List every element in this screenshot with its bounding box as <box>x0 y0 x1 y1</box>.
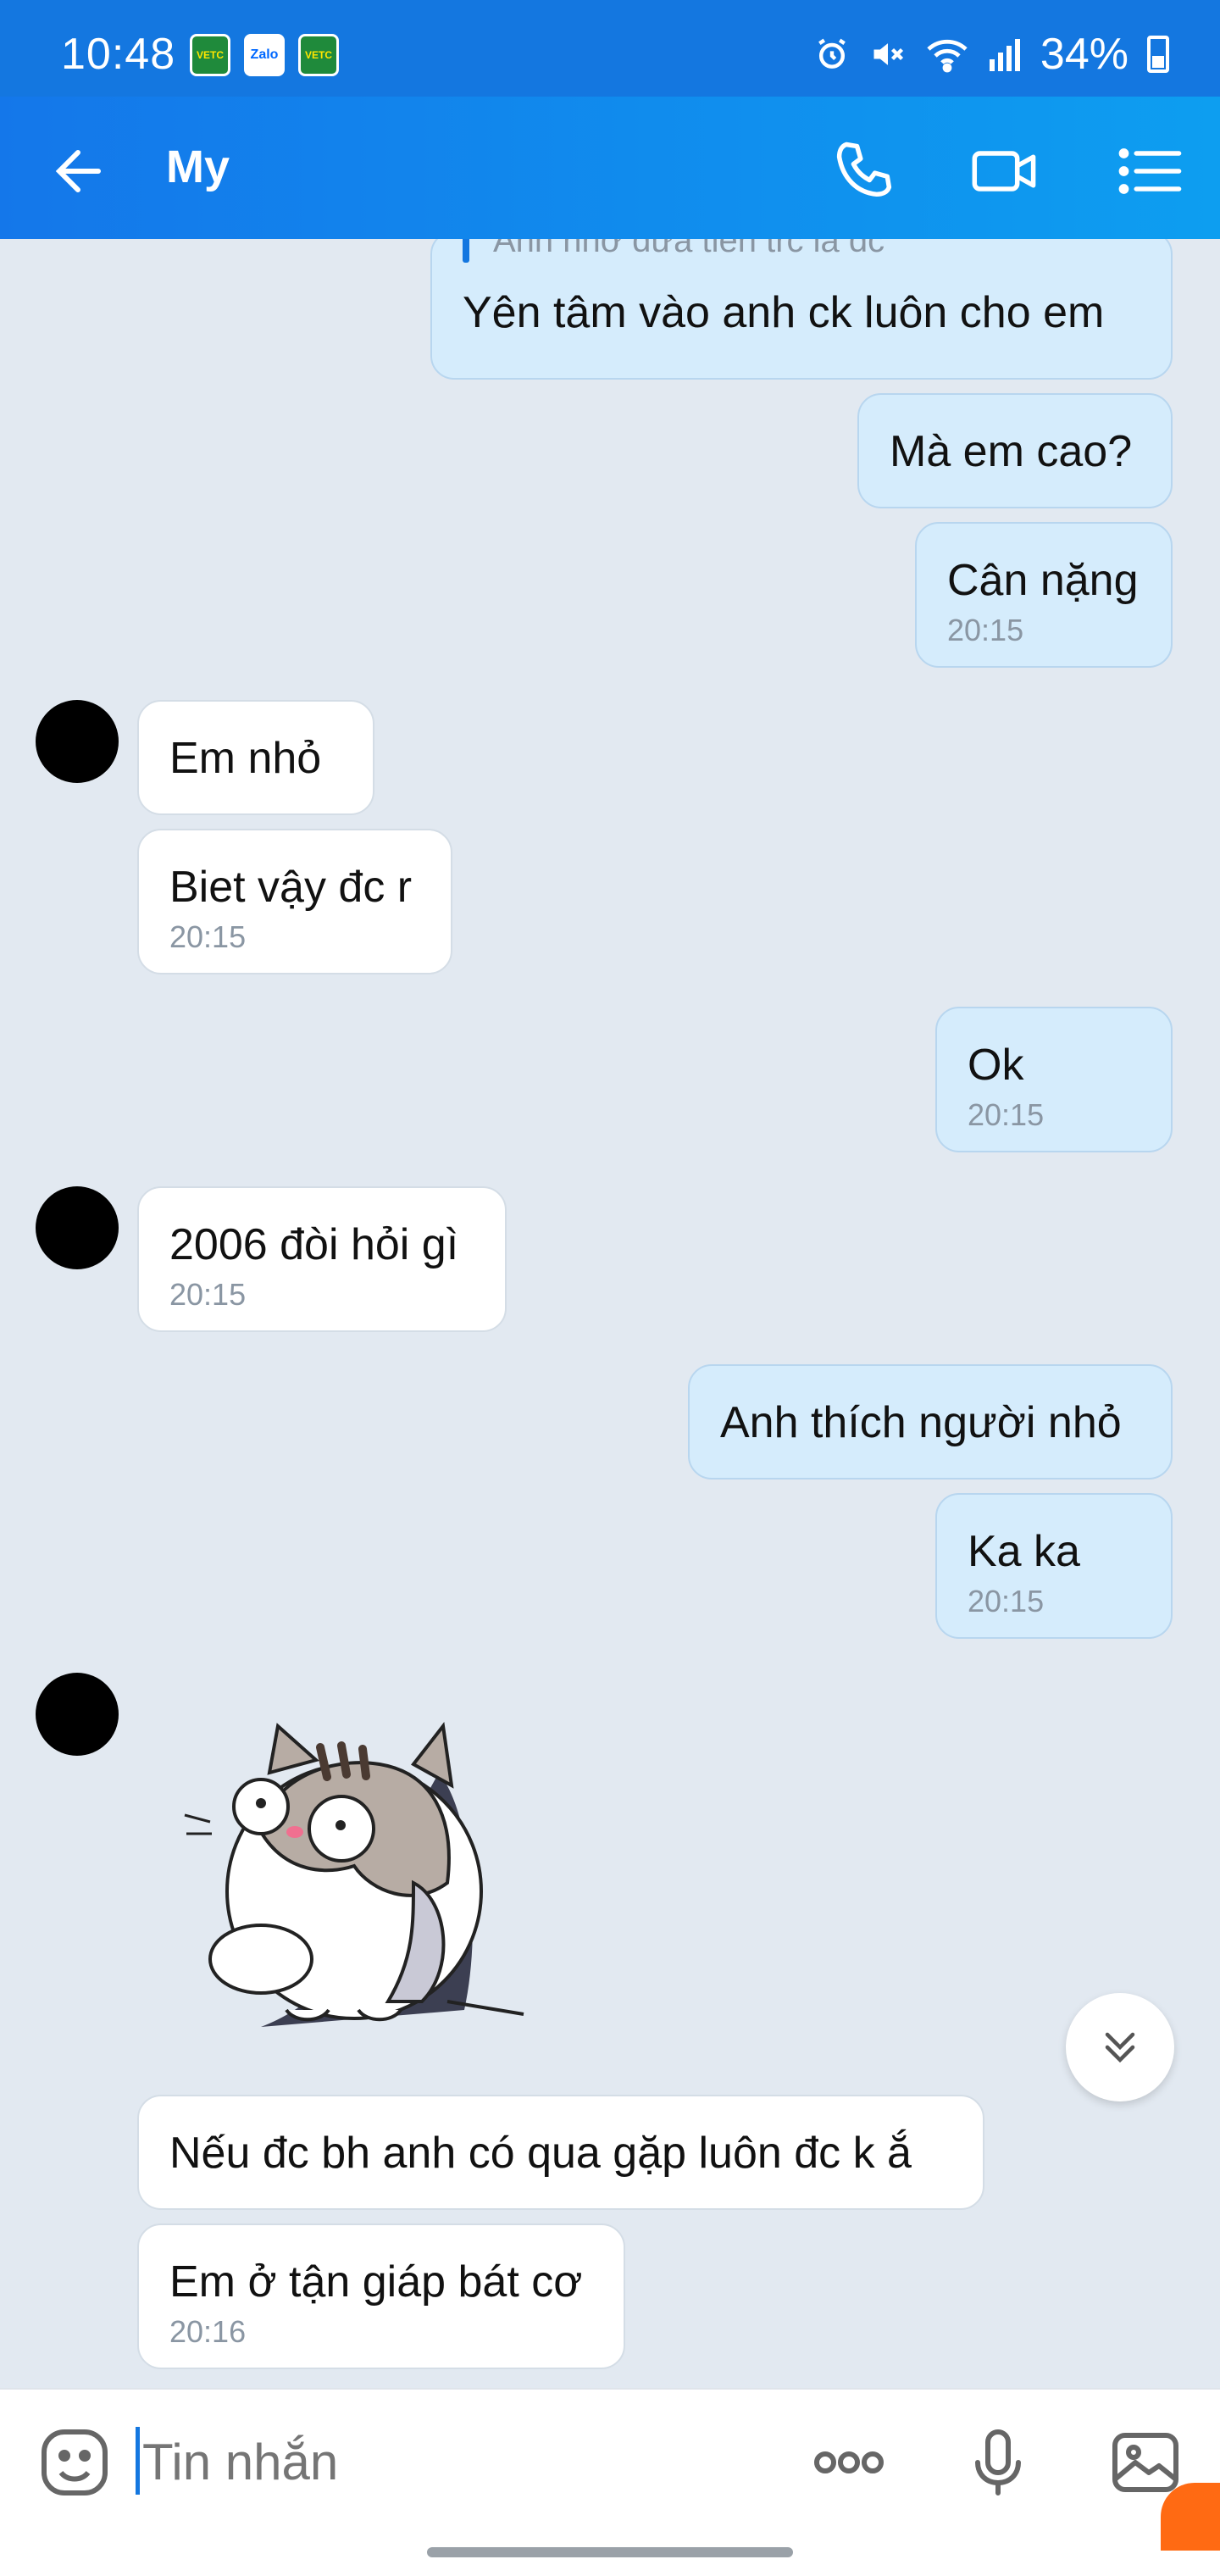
message-bubble-mine[interactable]: Anh nhớ dưa tiền trc là dc Yên tâm vào a… <box>430 239 1173 380</box>
microphone-icon[interactable] <box>961 2425 1035 2500</box>
message-text: Nếu đc bh anh có qua gặp luôn đc k ắ <box>169 2129 912 2178</box>
message-text: Em nhỏ <box>169 734 322 783</box>
contact-name[interactable]: My <box>166 141 230 193</box>
menu-list-icon[interactable] <box>1115 136 1186 207</box>
contact-avatar[interactable] <box>36 1673 119 1756</box>
more-options-icon[interactable] <box>812 2425 886 2500</box>
message-text: Anh thích người nhỏ <box>720 1398 1122 1447</box>
image-icon[interactable] <box>1108 2425 1183 2500</box>
message-text: Em ở tận giáp bát cơ <box>169 2257 583 2307</box>
zalo-app-icon: Zalo <box>244 34 285 76</box>
message-text: Yên tâm vào anh ck luôn cho em <box>463 288 1105 337</box>
status-indicators: 34% <box>813 29 1169 80</box>
battery-percent: 34% <box>1040 30 1128 79</box>
phone-icon[interactable] <box>829 136 900 207</box>
cat-sticker[interactable] <box>159 1679 532 2035</box>
video-call-icon[interactable] <box>969 136 1040 207</box>
message-text: 2006 đòi hỏi gì <box>169 1220 459 1269</box>
alarm-icon <box>818 38 846 69</box>
message-bubble-mine[interactable]: Ok 20:15 <box>935 1007 1173 1152</box>
message-bubble-mine[interactable]: Ka ka 20:15 <box>935 1493 1173 1639</box>
status-bar: 10:48 VETC Zalo VETC 34% <box>0 0 1220 97</box>
floating-badge[interactable] <box>1161 2483 1220 2551</box>
message-text: Cân nặng <box>947 556 1139 605</box>
scroll-to-bottom-button[interactable] <box>1066 1993 1174 2101</box>
contact-avatar[interactable] <box>36 700 119 783</box>
message-bubble-theirs[interactable]: Em ở tận giáp bát cơ 20:16 <box>137 2223 625 2369</box>
message-text: Mà em cao? <box>890 427 1133 476</box>
message-bubble-theirs[interactable]: Nếu đc bh anh có qua gặp luôn đc k ắ <box>137 2095 984 2210</box>
message-time: 20:15 <box>947 613 1024 647</box>
message-time: 20:15 <box>968 1584 1045 1618</box>
message-input[interactable] <box>142 2423 786 2500</box>
wifi-icon <box>927 39 968 73</box>
message-bubble-theirs[interactable]: Em nhỏ <box>137 700 374 815</box>
double-chevron-down-icon <box>1105 2032 1135 2063</box>
vetc-app-icon: VETC <box>190 34 230 76</box>
message-bubble-mine[interactable]: Mà em cao? <box>857 393 1173 508</box>
message-bubble-theirs[interactable]: Biet vậy đc r 20:15 <box>137 829 452 974</box>
composer-bar <box>0 2388 1220 2576</box>
contact-avatar[interactable] <box>36 1186 119 1269</box>
message-text: Biet vậy đc r <box>169 863 413 912</box>
message-text: Ok <box>968 1041 1024 1090</box>
message-text: Ka ka <box>968 1527 1080 1576</box>
message-bubble-mine[interactable]: Cân nặng 20:15 <box>915 522 1173 668</box>
message-time: 20:16 <box>169 2314 247 2349</box>
message-time: 20:15 <box>169 919 247 954</box>
status-time: 10:48 <box>61 30 176 79</box>
message-time: 20:15 <box>968 1097 1045 1132</box>
mute-icon <box>873 43 903 65</box>
emoji-icon[interactable] <box>37 2425 112 2500</box>
battery-icon <box>1147 36 1169 73</box>
text-caret <box>136 2427 140 2495</box>
home-indicator[interactable] <box>427 2547 793 2557</box>
message-time: 20:15 <box>169 1277 247 1312</box>
message-bubble-theirs[interactable]: 2006 đòi hỏi gì 20:15 <box>137 1186 507 1332</box>
quoted-message: Anh nhớ dưa tiền trc là dc <box>463 239 884 263</box>
signal-icon <box>989 39 1020 71</box>
message-list[interactable]: Anh nhớ dưa tiền trc là dc Yên tâm vào a… <box>0 239 1220 2388</box>
back-arrow-icon[interactable] <box>47 137 115 205</box>
message-bubble-mine[interactable]: Anh thích người nhỏ <box>688 1364 1173 1480</box>
chat-header: My <box>0 97 1220 239</box>
vetc-app-icon-2: VETC <box>298 34 339 76</box>
